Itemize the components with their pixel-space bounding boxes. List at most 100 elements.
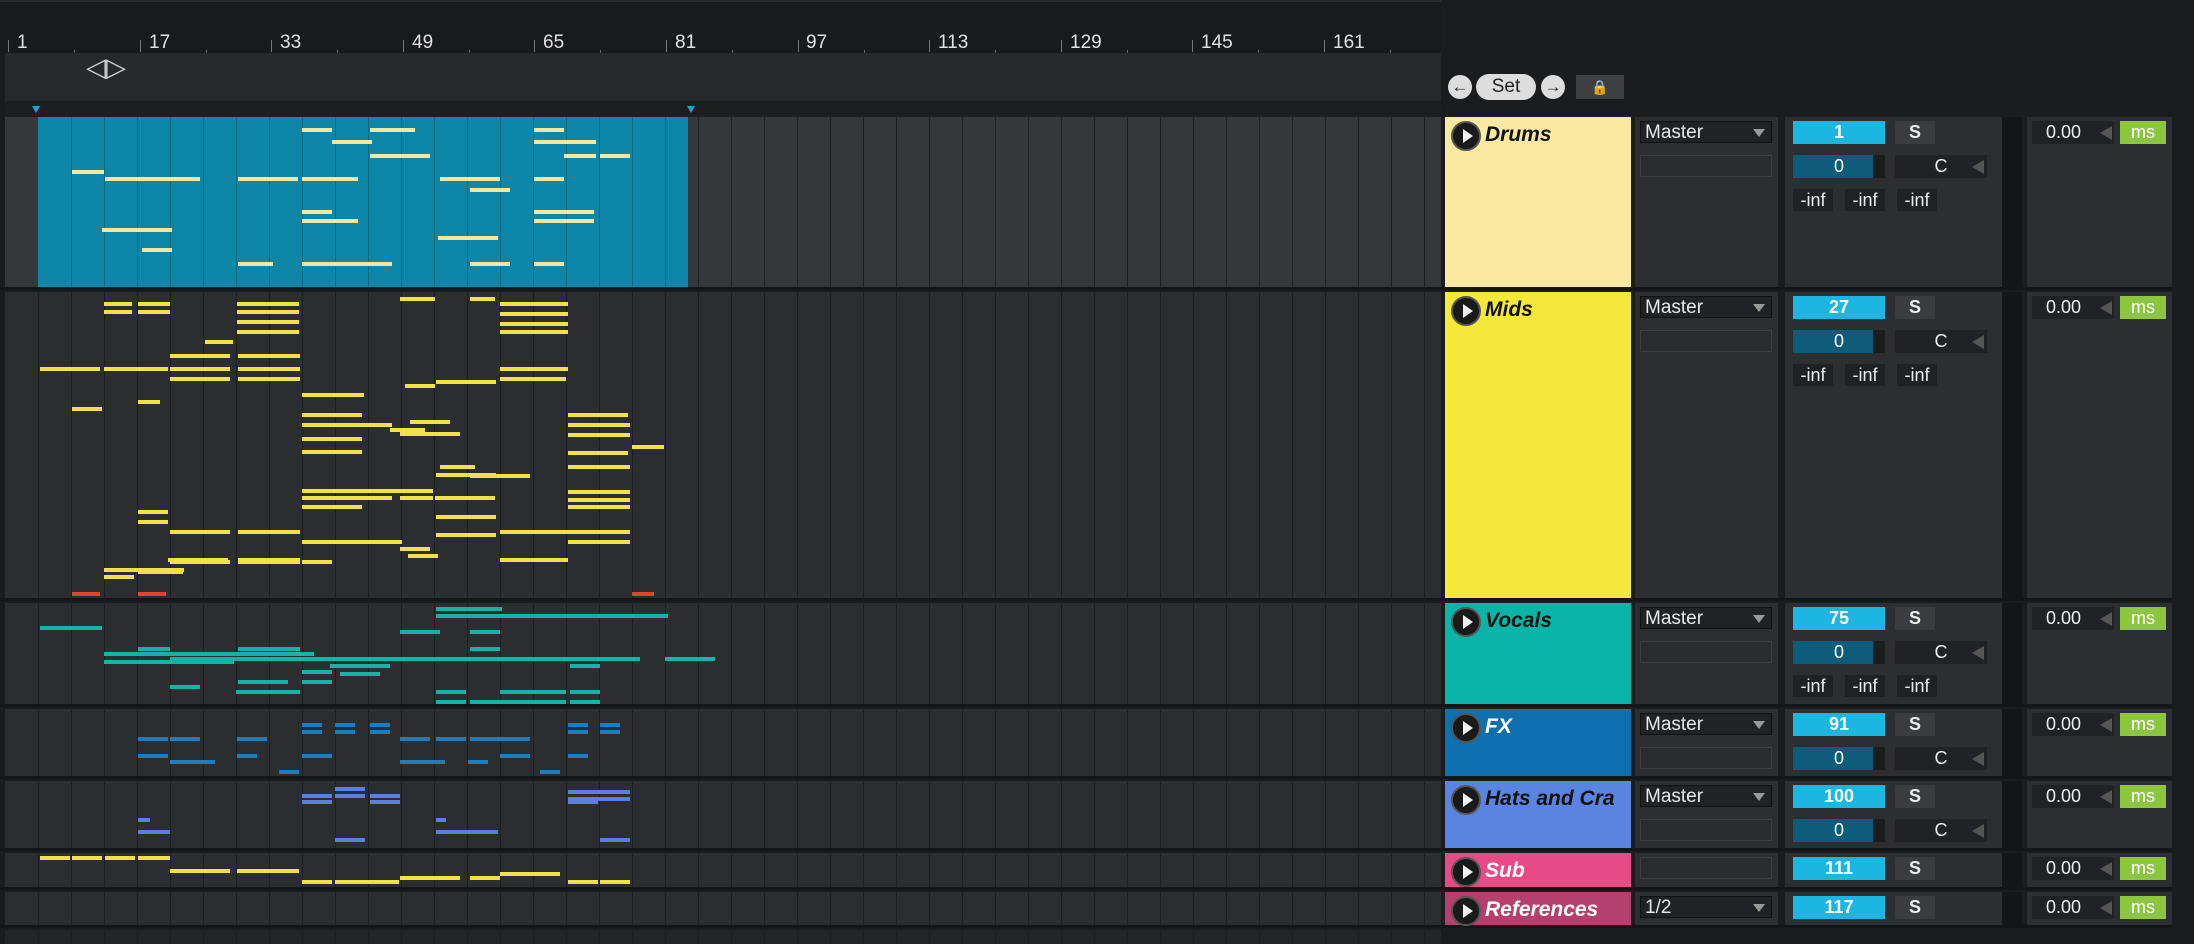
midi-note <box>600 880 630 884</box>
pan-knob[interactable]: C <box>1895 641 1987 664</box>
input-select[interactable] <box>1640 330 1772 352</box>
volume-field[interactable]: 1 <box>1793 121 1885 144</box>
input-select[interactable] <box>1640 747 1772 769</box>
output-select[interactable]: Master <box>1640 296 1772 318</box>
pan-knob[interactable]: C <box>1895 330 1987 353</box>
output-select[interactable]: Master <box>1640 121 1772 143</box>
delay-field[interactable]: 0.00 <box>2032 296 2114 319</box>
volume-field[interactable]: 91 <box>1793 713 1885 736</box>
solo-button[interactable]: S <box>1895 857 1935 880</box>
midi-note <box>370 800 400 804</box>
track-name[interactable]: Vocals <box>1485 609 1552 633</box>
midi-note <box>568 730 588 734</box>
delay-unit-toggle[interactable]: ms <box>2120 896 2166 919</box>
play-icon[interactable] <box>1451 713 1481 743</box>
loop-brace-icon[interactable]: ◁▷ <box>86 52 126 83</box>
marker-lane[interactable] <box>5 101 1441 117</box>
delay-unit-toggle[interactable]: ms <box>2120 121 2166 144</box>
input-select[interactable] <box>1640 819 1772 841</box>
solo-button[interactable]: S <box>1895 296 1935 319</box>
volume-field[interactable]: 117 <box>1793 896 1885 919</box>
midi-note <box>138 754 168 758</box>
volume-field[interactable]: 75 <box>1793 607 1885 630</box>
track-header-mids[interactable]: Mids <box>1445 292 1631 598</box>
pan-field[interactable]: 0 <box>1793 155 1885 178</box>
grid-line <box>71 117 72 287</box>
pan-field[interactable]: 0 <box>1793 819 1885 842</box>
scrollbar[interactable] <box>2172 117 2194 944</box>
output-select[interactable]: Master <box>1640 713 1772 735</box>
solo-button[interactable]: S <box>1895 785 1935 808</box>
solo-button[interactable]: S <box>1895 121 1935 144</box>
track-name[interactable]: Sub <box>1485 859 1525 883</box>
lock-icon[interactable]: 🔒 <box>1576 75 1624 99</box>
delay-field[interactable]: 0.00 <box>2032 121 2114 144</box>
play-icon[interactable] <box>1451 607 1481 637</box>
grid-line <box>1193 117 1194 944</box>
pan-knob[interactable]: C <box>1895 747 1987 770</box>
grid-line <box>1160 117 1161 944</box>
play-icon[interactable] <box>1451 296 1481 326</box>
delay-field[interactable]: 0.00 <box>2032 785 2114 808</box>
delay-field[interactable]: 0.00 <box>2032 713 2114 736</box>
solo-button[interactable]: S <box>1895 713 1935 736</box>
track-header-drums[interactable]: Drums <box>1445 117 1631 287</box>
delay-field[interactable]: 0.00 <box>2032 896 2114 919</box>
loop-start-marker-icon[interactable] <box>32 106 40 113</box>
level-meter <box>2002 781 2022 848</box>
play-icon[interactable] <box>1451 896 1481 926</box>
delay-unit-toggle[interactable]: ms <box>2120 857 2166 880</box>
track-name[interactable]: References <box>1485 898 1598 922</box>
track-header-references[interactable]: References <box>1445 892 1631 926</box>
pan-knob[interactable]: C <box>1895 155 1987 178</box>
midi-note <box>600 730 620 734</box>
output-select[interactable] <box>1640 857 1772 879</box>
midi-note <box>400 737 430 741</box>
delay-unit-toggle[interactable]: ms <box>2120 713 2166 736</box>
set-locator-button[interactable]: Set <box>1476 74 1536 100</box>
midi-note <box>564 140 596 144</box>
play-icon[interactable] <box>1451 785 1481 815</box>
delay-unit-toggle[interactable]: ms <box>2120 296 2166 319</box>
grid-line <box>1325 117 1326 944</box>
input-select[interactable] <box>1640 155 1772 177</box>
solo-button[interactable]: S <box>1895 607 1935 630</box>
output-select[interactable]: Master <box>1640 607 1772 629</box>
volume-field[interactable]: 111 <box>1793 857 1885 880</box>
play-icon[interactable] <box>1451 857 1481 887</box>
pan-knob[interactable]: C <box>1895 819 1987 842</box>
solo-button[interactable]: S <box>1895 896 1935 919</box>
track-name[interactable]: Drums <box>1485 123 1552 147</box>
track-name[interactable]: FX <box>1485 715 1512 739</box>
arrow-right-icon[interactable]: → <box>1541 75 1565 99</box>
track-header-hats[interactable]: Hats and Cra <box>1445 781 1631 848</box>
track-header-sub[interactable]: Sub <box>1445 853 1631 887</box>
loop-end-marker-icon[interactable] <box>687 106 695 113</box>
pan-field[interactable]: 0 <box>1793 641 1885 664</box>
volume-field[interactable]: 27 <box>1793 296 1885 319</box>
play-icon[interactable] <box>1451 121 1481 151</box>
track-header-vocals[interactable]: Vocals <box>1445 603 1631 704</box>
grid-line <box>797 117 798 944</box>
loop-bar[interactable] <box>5 53 1441 101</box>
track-header-fx[interactable]: FX <box>1445 709 1631 776</box>
timeline-ruler[interactable]: 1 17 33 49 65 81 97 113 129 145 161 <box>0 0 1441 55</box>
ruler-bar-label: 65 <box>543 32 565 53</box>
volume-field[interactable]: 100 <box>1793 785 1885 808</box>
arrow-left-icon[interactable]: ← <box>1448 75 1472 99</box>
output-select[interactable]: Master <box>1640 785 1772 807</box>
mixer-strip-vocals: 75 S 0 C -inf -inf -inf <box>1785 603 2016 704</box>
pan-field[interactable]: 0 <box>1793 747 1885 770</box>
track-name[interactable]: Hats and Cra <box>1485 787 1615 811</box>
track-name[interactable]: Mids <box>1485 298 1533 322</box>
pan-field[interactable]: 0 <box>1793 330 1885 353</box>
midi-note <box>440 177 500 181</box>
delay-unit-toggle[interactable]: ms <box>2120 785 2166 808</box>
output-select[interactable]: 1/2 <box>1640 896 1772 918</box>
delay-field[interactable]: 0.00 <box>2032 607 2114 630</box>
midi-note <box>408 554 438 558</box>
midi-note <box>104 652 314 656</box>
delay-field[interactable]: 0.00 <box>2032 857 2114 880</box>
input-select[interactable] <box>1640 641 1772 663</box>
delay-unit-toggle[interactable]: ms <box>2120 607 2166 630</box>
